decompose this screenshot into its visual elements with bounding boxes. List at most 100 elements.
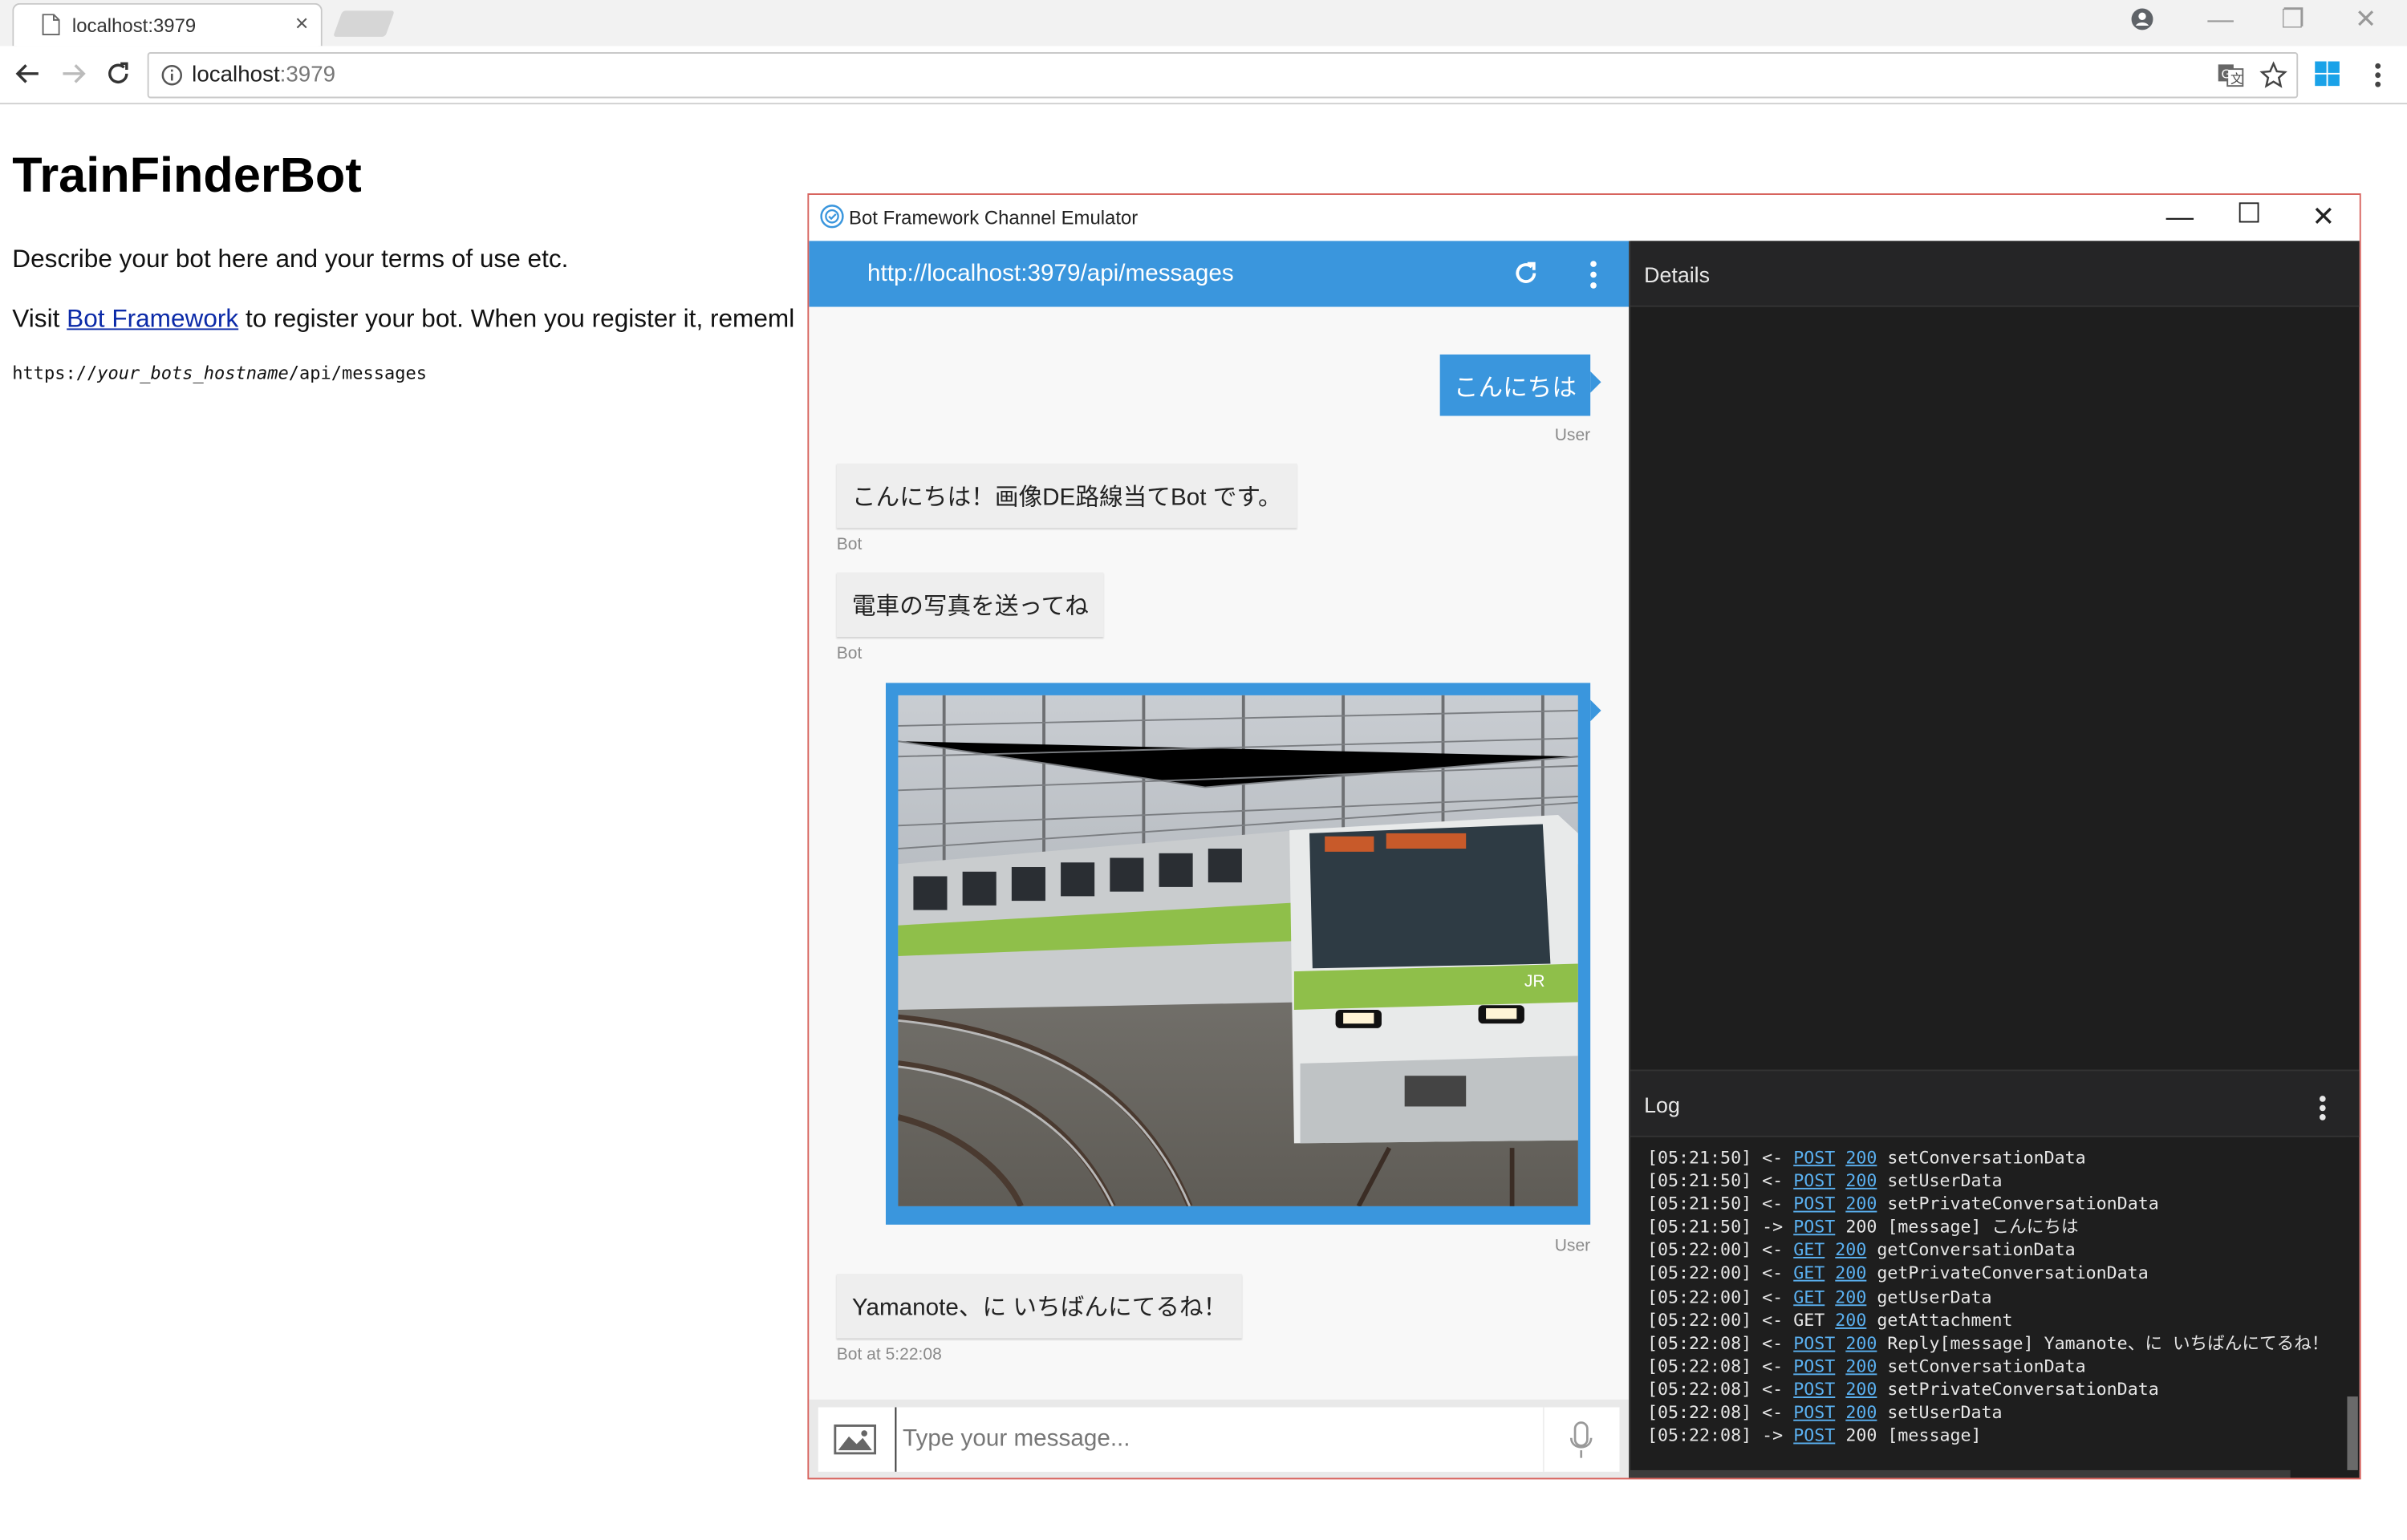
refresh-icon[interactable]	[1512, 259, 1540, 286]
log-method[interactable]: POST	[1793, 1148, 1835, 1168]
log-message: setPrivateConversationData	[1887, 1379, 2159, 1400]
log-direction: ->	[1762, 1217, 1784, 1238]
log-time: [05:22:08]	[1646, 1379, 1752, 1400]
log-status[interactable]: 200	[1835, 1287, 1866, 1307]
log-method[interactable]: POST	[1793, 1194, 1835, 1214]
log-header: Log	[1630, 1071, 2360, 1137]
log-line: [05:22:08] <- POST 200 Reply[message] Ya…	[1647, 1331, 2353, 1355]
log-method[interactable]: POST	[1793, 1403, 1835, 1423]
log-status[interactable]: 200	[1845, 1171, 1877, 1191]
emulator-maximize-icon[interactable]: ☐	[2237, 198, 2262, 230]
log-scrollbar-thumb[interactable]	[2347, 1396, 2358, 1470]
log-method[interactable]: POST	[1793, 1333, 1835, 1353]
screen: localhost:3979 × — ❐ ✕ localhost:3979 G文…	[0, 0, 2407, 1540]
close-window-icon[interactable]: ✕	[2355, 5, 2377, 35]
log-direction: <-	[1762, 1240, 1784, 1261]
log-line: [05:21:50] <- POST 200 setUserData	[1647, 1169, 2353, 1193]
log-method[interactable]: POST	[1793, 1380, 1835, 1400]
chat-input-bar	[809, 1399, 1630, 1478]
log-status[interactable]: 200	[1835, 1310, 1866, 1330]
user-message[interactable]: こんにちは	[1439, 354, 1601, 416]
browser-menu-icon[interactable]	[2370, 60, 2385, 91]
svg-text:G: G	[2221, 67, 2230, 82]
chat-more-icon[interactable]	[1585, 257, 1601, 291]
log-more-icon[interactable]	[2315, 1092, 2330, 1123]
back-arrow-icon[interactable]	[12, 59, 43, 89]
log-status[interactable]: 200	[1845, 1356, 1877, 1376]
log-message: [message]	[1887, 1425, 1982, 1446]
log-status[interactable]: 200	[1845, 1148, 1877, 1168]
windows-extension-icon[interactable]	[2313, 60, 2340, 87]
minimize-icon[interactable]: —	[2207, 5, 2234, 35]
bot-message[interactable]: 電車の写真を送ってね	[836, 572, 1105, 638]
emulator-close-icon[interactable]: ✕	[2312, 201, 2335, 233]
log-method[interactable]: POST	[1793, 1171, 1835, 1191]
message-sender: Bot	[836, 644, 863, 663]
tab-close-icon[interactable]: ×	[295, 10, 309, 37]
info-icon[interactable]	[161, 64, 183, 86]
image-upload-icon[interactable]	[834, 1423, 877, 1457]
log-message: [message] こんにちは	[1887, 1217, 2079, 1238]
bot-message[interactable]: こんにちは！画像DE路線当てBot です。	[836, 463, 1297, 529]
log-direction: <-	[1762, 1379, 1784, 1400]
profile-icon[interactable]	[2131, 8, 2154, 31]
log-message: getConversationData	[1877, 1240, 2076, 1261]
log-method[interactable]: GET	[1793, 1241, 1825, 1261]
emulator-title: Bot Framework Channel Emulator	[849, 207, 1139, 229]
user-image-attachment[interactable]: JR	[885, 683, 1601, 1225]
input-container	[818, 1407, 1620, 1472]
emulator-minimize-icon[interactable]: —	[2166, 201, 2194, 233]
bookmark-star-icon[interactable]	[2259, 61, 2287, 89]
log-line: [05:22:00] <- GET 200 getUserData	[1647, 1286, 2353, 1309]
page-icon	[42, 14, 60, 36]
bot-framework-link[interactable]: Bot Framework	[67, 306, 238, 333]
log-status[interactable]: 200	[1835, 1241, 1866, 1261]
chat-header: http://localhost:3979/api/messages	[809, 241, 1630, 307]
log-time: [05:21:50]	[1646, 1148, 1752, 1169]
message-input[interactable]	[895, 1407, 1546, 1472]
log-direction: <-	[1762, 1287, 1784, 1307]
log-method[interactable]: GET	[1793, 1264, 1825, 1284]
translate-icon[interactable]: G文	[2216, 62, 2243, 89]
chat-history[interactable]: こんにちは User こんにちは！画像DE路線当てBot です。 Bot 電車の…	[809, 306, 1630, 1400]
endpoint-url[interactable]: http://localhost:3979/api/messages	[867, 261, 1234, 288]
restore-icon[interactable]: ❐	[2281, 5, 2304, 35]
page-description: Describe your bot here and your terms of…	[12, 245, 569, 274]
log-title: Log	[1644, 1092, 1680, 1117]
microphone-icon[interactable]	[1569, 1421, 1593, 1461]
log-method[interactable]: POST	[1793, 1426, 1835, 1446]
log-status: 200	[1845, 1217, 1877, 1238]
browser-tab[interactable]: localhost:3979 ×	[12, 2, 323, 47]
log-method[interactable]: POST	[1793, 1356, 1835, 1376]
log-direction: <-	[1762, 1171, 1784, 1191]
log-method[interactable]: GET	[1793, 1287, 1825, 1307]
log-status[interactable]: 200	[1845, 1380, 1877, 1400]
svg-text:文: 文	[2230, 71, 2242, 86]
url-text: localhost:3979	[192, 63, 336, 88]
bot-message[interactable]: Yamanote、に いちばんにてるね！	[836, 1274, 1243, 1339]
tab-title: localhost:3979	[71, 15, 197, 37]
log-status[interactable]: 200	[1845, 1403, 1877, 1423]
log-direction: <-	[1762, 1333, 1784, 1354]
svg-text:JR: JR	[1524, 972, 1545, 991]
log-time: [05:22:08]	[1646, 1333, 1752, 1354]
log-status[interactable]: 200	[1845, 1333, 1877, 1353]
log-horizontal-scrollbar[interactable]	[1630, 1469, 2291, 1478]
log-status[interactable]: 200	[1845, 1194, 1877, 1214]
log-message: getUserData	[1877, 1287, 1992, 1307]
address-bar[interactable]: localhost:3979 G文	[147, 52, 2299, 99]
log-message: setUserData	[1887, 1402, 2003, 1423]
log-line: [05:21:50] -> POST 200 [message] こんにちは	[1647, 1216, 2353, 1239]
log-message: getPrivateConversationData	[1877, 1263, 2149, 1284]
page-register-text: Visit Bot Framework to register your bot…	[12, 305, 795, 334]
log-line: [05:21:50] <- POST 200 setPrivateConvers…	[1647, 1193, 2353, 1216]
log-method[interactable]: POST	[1793, 1218, 1835, 1238]
log-line: [05:21:50] <- POST 200 setConversationDa…	[1647, 1146, 2353, 1169]
log-time: [05:22:00]	[1646, 1310, 1752, 1331]
new-tab-button[interactable]	[333, 10, 395, 37]
forward-arrow-icon[interactable]	[59, 59, 89, 89]
emulator-titlebar: Bot Framework Channel Emulator — ☐ ✕	[809, 194, 2360, 241]
reload-icon[interactable]	[103, 59, 133, 89]
log-status[interactable]: 200	[1835, 1264, 1866, 1284]
log-line: [05:22:00] <- GET 200 getPrivateConversa…	[1647, 1262, 2353, 1286]
